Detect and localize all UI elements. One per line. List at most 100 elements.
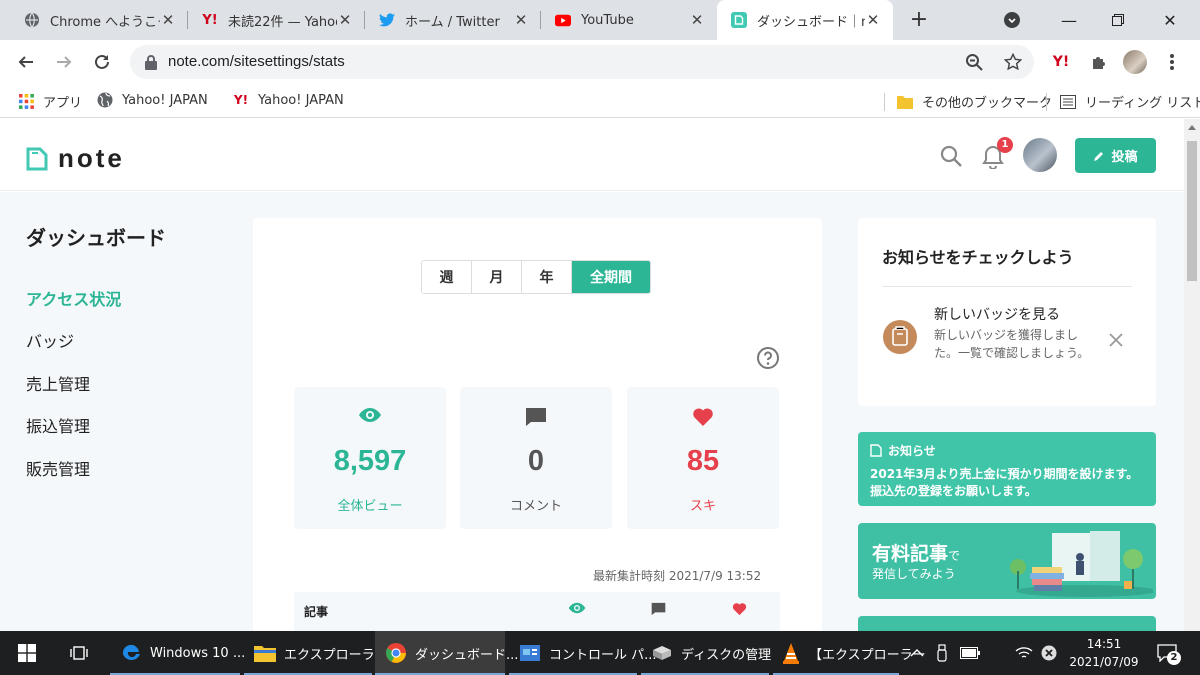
help-icon[interactable] [756,346,780,370]
apps-grid-icon [18,94,34,110]
sidebar-item-badges[interactable]: バッジ [26,328,74,352]
comment-icon [460,407,612,429]
post-button[interactable]: 投稿 [1075,138,1156,173]
bookmark-apps[interactable]: アプリ [18,92,82,111]
back-button[interactable] [13,49,39,75]
eye-icon[interactable] [568,602,586,618]
chrome-globe-icon [24,12,40,28]
close-icon[interactable]: ✕ [865,11,881,29]
taskbar-chrome[interactable]: ダッシュボード... [375,631,518,675]
folder-icon [254,641,276,665]
profile-avatar[interactable] [1122,49,1148,75]
eye-icon [294,407,446,429]
restore-button[interactable] [1094,0,1142,40]
close-icon[interactable]: ✕ [689,11,705,29]
announcement-banner[interactable]: お知らせ 2021年3月より売上金に預かり期間を設けます。振込先の登録をお願いし… [858,432,1156,506]
minimize-button[interactable]: — [1045,0,1093,40]
new-tab-button[interactable]: + [906,8,932,34]
zoom-icon[interactable] [964,52,984,72]
close-icon[interactable]: ✕ [160,11,176,29]
bookmark-yahoo-japan-1[interactable]: Yahoo! JAPAN [97,92,208,108]
promo-banner[interactable] [858,616,1156,631]
edge-icon [120,641,142,665]
sidebar-item-access[interactable]: アクセス状況 [26,286,121,310]
note-page: note 1 投稿 ダッシュボード アクセス状況 バッジ 売上管理 振込管理 販… [0,119,1200,631]
close-window-button[interactable]: ✕ [1146,0,1194,40]
disk-icon [651,641,673,665]
period-week-button[interactable]: 週 [422,261,472,293]
bookmark-yahoo-japan-2[interactable]: Y! Yahoo! JAPAN [233,92,344,108]
taskbar-vlc[interactable]: 【エクスプローラー [773,631,926,675]
kebab-menu-icon[interactable] [1159,49,1185,75]
url-text[interactable]: note.com/sitesettings/stats [168,53,345,70]
clock-time: 14:51 [1086,637,1122,651]
notice-item-title[interactable]: 新しいバッジを見る [934,304,1060,324]
address-bar[interactable]: note.com/sitesettings/stats [130,45,1034,79]
start-button[interactable] [0,631,54,675]
period-year-button[interactable]: 年 [522,261,572,293]
note-icon [731,12,747,28]
taskbar-disk-management[interactable]: ディスクの管理 [641,631,771,675]
note-logo[interactable]: note [26,143,125,174]
action-center-button[interactable]: 2 [1152,631,1182,675]
close-icon[interactable] [1108,332,1124,348]
tab-twitter[interactable]: ホーム / Twitter ✕ [365,0,541,40]
other-bookmarks[interactable]: その他のブックマーク [897,92,1052,111]
comments-value: 0 [527,445,545,477]
divider [882,286,1132,287]
browser-toolbar: note.com/sitesettings/stats Y! [0,40,1200,84]
search-icon[interactable] [940,145,962,167]
badge-icon[interactable] [883,320,917,354]
taskbar-edge[interactable]: Windows 10 ... [110,631,245,675]
page-scrollbar[interactable] [1184,119,1200,631]
reading-list[interactable]: リーディング リスト [1060,92,1200,111]
announcement-label: お知らせ [888,444,936,458]
scrollbar-thumb[interactable] [1187,141,1197,281]
period-all-button[interactable]: 全期間 [572,261,650,293]
notice-card: お知らせをチェックしよう 新しいバッジを見る 新しいバッジを獲得しました。一覧で… [858,218,1156,406]
star-icon[interactable] [1003,52,1023,72]
yahoo-extension-icon[interactable]: Y! [1048,49,1074,75]
taskbar-control-panel[interactable]: コントロール パ... [509,631,657,675]
task-view-button[interactable] [58,631,100,675]
tab-yahoo-mail[interactable]: Y! 未読22件 — Yahoo! メール ✕ [188,0,365,40]
comments-label: コメント [509,499,562,514]
heart-icon[interactable] [730,602,748,618]
network-disabled-icon[interactable] [1038,631,1060,675]
taskbar-clock[interactable]: 14:51 2021/07/09 [1064,635,1144,671]
action-center-badge: 2 [1167,651,1181,665]
sidebar-item-sales[interactable]: 売上管理 [26,371,90,395]
notification-badge: 1 [997,137,1013,153]
note-header: note 1 投稿 [0,119,1184,191]
forward-button[interactable] [51,49,77,75]
windows-taskbar: Windows 10 ... エクスプローラー ダッシュボード... コントロー… [0,631,1200,675]
taskbar-explorer[interactable]: エクスプローラー [244,631,388,675]
close-icon[interactable]: ✕ [337,11,353,29]
sidebar-item-sales-management[interactable]: 販売管理 [26,456,90,480]
note-logo-icon [26,147,48,170]
likes-value: 85 [686,445,720,477]
close-icon[interactable]: ✕ [513,11,529,29]
last-updated: 最新集計時刻 2021/7/9 13:52 [593,569,762,583]
paid-article-banner[interactable]: 有料記事で 発信してみよう [858,523,1156,599]
battery-icon[interactable] [958,631,982,675]
tab-youtube[interactable]: YouTube ✕ [541,0,717,40]
extensions-icon[interactable] [1086,49,1112,75]
tab-search-button[interactable] [988,0,1036,40]
tab-note-dashboard[interactable]: ダッシュボード｜note ✕ [717,0,893,40]
period-month-button[interactable]: 月 [472,261,522,293]
tray-expand-icon[interactable] [906,631,928,675]
scroll-up-arrow[interactable] [1188,125,1196,130]
articles-column-label: 記事 [304,605,329,619]
reload-button[interactable] [89,49,115,75]
wifi-icon[interactable] [1012,631,1036,675]
user-avatar[interactable] [1023,138,1057,172]
comment-icon[interactable] [649,602,667,618]
sidebar-item-transfers[interactable]: 振込管理 [26,413,90,437]
globe-icon [97,92,113,108]
usb-icon[interactable] [932,631,952,675]
bookmarks-bar: アプリ Yahoo! JAPAN Y! Yahoo! JAPAN その他のブック… [0,84,1200,118]
tab-chrome-welcome[interactable]: Chrome へようこそ ✕ [10,0,188,40]
chrome-icon [385,641,407,665]
clock-date: 2021/07/09 [1069,655,1139,669]
